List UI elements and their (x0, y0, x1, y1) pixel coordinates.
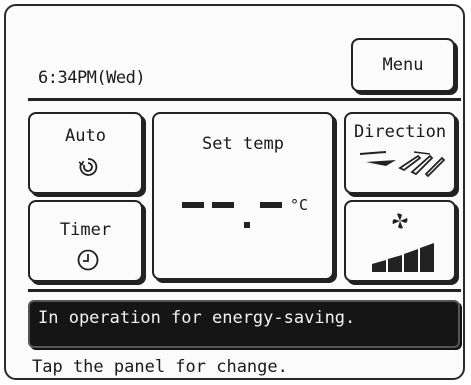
set-temp-button[interactable]: Set temp °C (152, 112, 334, 280)
status-divider (28, 289, 461, 292)
fan-icon (392, 213, 408, 229)
set-temp-value-display (182, 202, 282, 228)
status-message: In operation for energy-saving. (38, 308, 356, 328)
direction-label: Direction (353, 122, 447, 142)
set-temp-label: Set temp (202, 134, 284, 154)
fan-speed-bars-icon (372, 243, 434, 272)
direction-button[interactable]: Direction (344, 112, 456, 194)
header-divider (28, 98, 461, 101)
louver-direction-icon (359, 151, 446, 178)
clock-icon (77, 249, 99, 271)
temp-unit-label: °C (290, 196, 309, 214)
status-message-bar: In operation for energy-saving. (28, 300, 460, 348)
menu-button[interactable]: Menu (351, 38, 455, 92)
mode-label: Auto (65, 126, 106, 146)
fan-speed-button[interactable] (344, 200, 456, 282)
control-panel-screen: 6:34PM(Wed) Menu Auto Set temp °C Direct… (4, 4, 465, 380)
auto-mode-icon (78, 158, 98, 176)
timer-button[interactable]: Timer (28, 200, 143, 282)
clock-display: 6:34PM(Wed) (38, 68, 146, 88)
timer-label: Timer (59, 220, 112, 240)
mode-button[interactable]: Auto (28, 112, 143, 194)
hint-text: Tap the panel for change. (32, 357, 288, 377)
